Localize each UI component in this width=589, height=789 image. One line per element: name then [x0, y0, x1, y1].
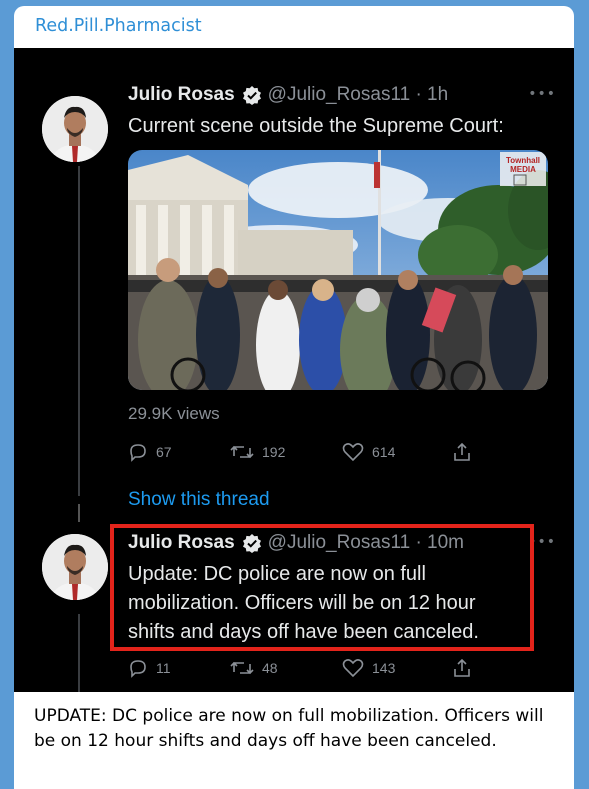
like-count: 614: [372, 444, 396, 460]
reply-count: 11: [156, 660, 171, 676]
tweet-actions: 67 192 614: [128, 442, 488, 466]
tweet-media[interactable]: Townhall MEDIA: [128, 150, 548, 390]
retweet-count: 192: [262, 444, 286, 460]
media-watermark: Townhall: [506, 156, 540, 165]
retweet-icon: [230, 445, 254, 459]
avatar[interactable]: [42, 96, 108, 162]
message-card: Red.Pill.Pharmacist Julio Rosas @Julio_R…: [14, 6, 574, 789]
retweet-button[interactable]: 192: [230, 442, 285, 462]
like-count: 143: [372, 660, 396, 676]
more-options-icon[interactable]: •••: [528, 86, 556, 102]
thread-line: [78, 504, 80, 522]
share-button[interactable]: [452, 442, 480, 462]
show-thread-link[interactable]: Show this thread: [128, 489, 270, 511]
tweet-header: Julio Rosas @Julio_Rosas11 · 1h: [128, 84, 448, 106]
avatar[interactable]: [42, 534, 108, 600]
reply-icon: [130, 444, 146, 462]
author-name[interactable]: Julio Rosas: [128, 84, 235, 106]
highlight-box: [110, 524, 534, 651]
heart-icon: [342, 659, 364, 678]
thread-line: [78, 166, 80, 496]
heart-icon: [342, 443, 364, 462]
share-icon: [454, 442, 470, 461]
reply-button[interactable]: 67: [128, 442, 172, 462]
retweet-count: 48: [262, 660, 278, 676]
reply-button[interactable]: 11: [128, 658, 171, 678]
retweet-icon: [230, 661, 254, 675]
like-button[interactable]: 614: [342, 442, 395, 462]
retweet-button[interactable]: 48: [230, 658, 278, 678]
message-caption: UPDATE: DC police are now on full mobili…: [34, 706, 544, 751]
tweet-text: Current scene outside the Supreme Court:: [128, 115, 504, 137]
like-button[interactable]: 143: [342, 658, 395, 678]
thread-line: [78, 614, 80, 692]
reply-count: 67: [156, 444, 172, 460]
verified-icon: [242, 85, 262, 105]
author-handle[interactable]: @Julio_Rosas11 · 1h: [268, 84, 449, 106]
share-button[interactable]: [452, 658, 480, 678]
view-count: 29.9K views: [128, 404, 220, 423]
tweet-screenshot[interactable]: Julio Rosas @Julio_Rosas11 · 1h ••• Curr…: [14, 48, 574, 692]
media-watermark-sub: MEDIA: [510, 165, 536, 174]
supreme-court-photo: Townhall MEDIA: [128, 150, 548, 390]
channel-title[interactable]: Red.Pill.Pharmacist: [35, 16, 202, 36]
share-icon: [454, 658, 470, 677]
reply-icon: [130, 660, 146, 678]
tweet-actions: 11 48 143: [128, 658, 488, 682]
